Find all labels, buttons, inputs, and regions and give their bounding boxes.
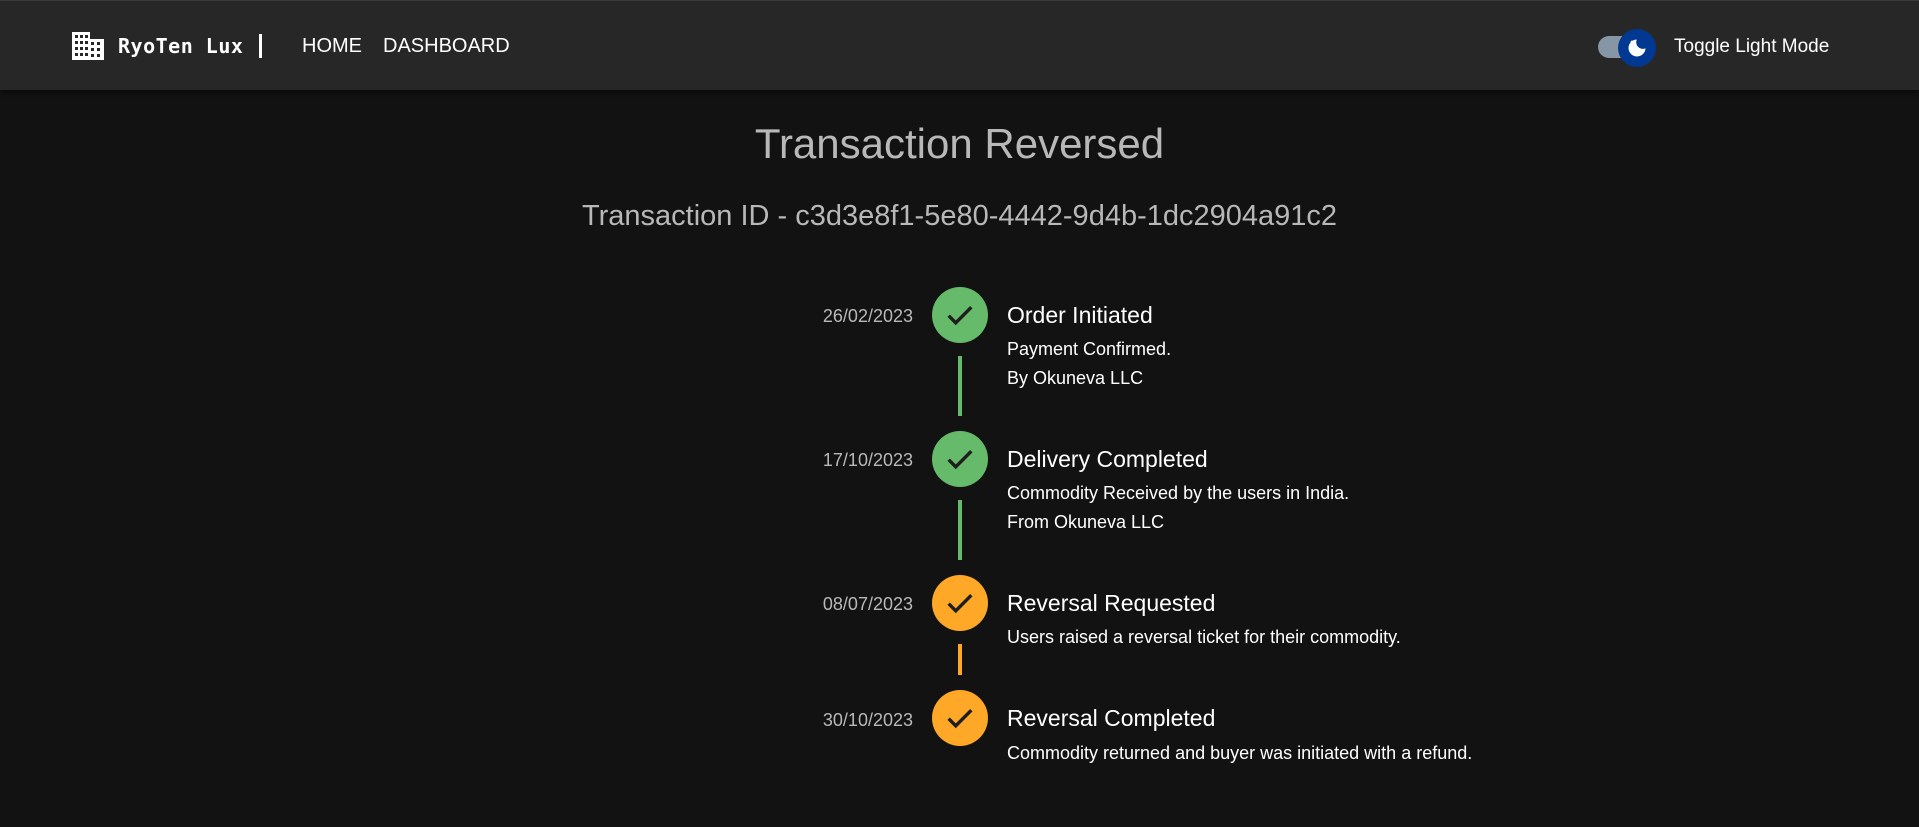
event-title: Delivery Completed — [1007, 446, 1208, 472]
event-description: Users raised a reversal ticket for their… — [1007, 627, 1401, 647]
timeline: 26/02/2023 Order Initiated Payment Confi… — [0, 0, 1919, 827]
timeline-connector — [958, 644, 962, 675]
check-icon — [947, 450, 973, 470]
event-date: 26/02/2023 — [822, 306, 913, 326]
timeline-connector — [958, 500, 962, 560]
event-date: 30/10/2023 — [822, 710, 913, 730]
event-description: Commodity Received by the users in India… — [1007, 483, 1350, 503]
event-date: 08/07/2023 — [822, 594, 913, 614]
event-date: 17/10/2023 — [822, 450, 913, 470]
event-title: Reversal Completed — [1007, 705, 1216, 731]
event-status-dot — [932, 575, 988, 631]
timeline-connector — [958, 356, 962, 416]
event-description: Payment Confirmed. — [1007, 339, 1172, 359]
check-icon — [947, 594, 973, 614]
check-icon — [947, 709, 973, 729]
event-title: Order Initiated — [1007, 302, 1153, 328]
event-status-dot — [932, 287, 988, 343]
event-description: From Okuneva LLC — [1007, 512, 1165, 532]
check-icon — [947, 306, 973, 326]
event-status-dot — [932, 431, 988, 487]
event-title: Reversal Requested — [1007, 590, 1216, 616]
event-status-dot — [932, 690, 988, 746]
event-description: By Okuneva LLC — [1007, 368, 1144, 388]
event-description: Commodity returned and buyer was initiat… — [1007, 743, 1473, 763]
